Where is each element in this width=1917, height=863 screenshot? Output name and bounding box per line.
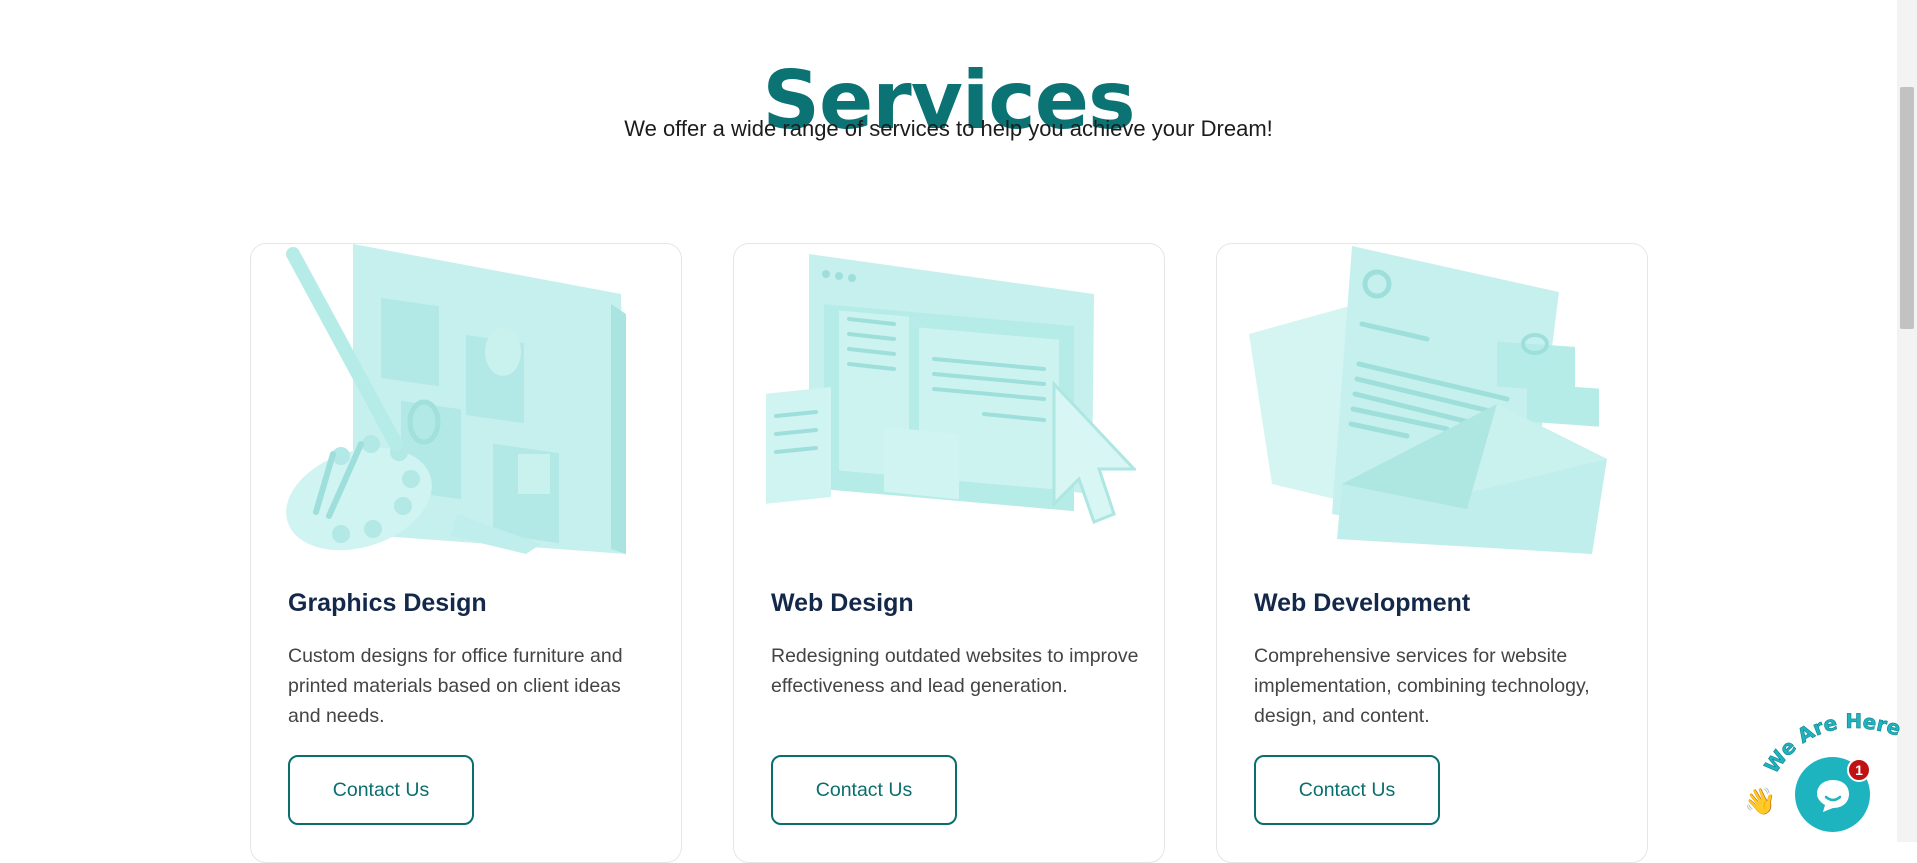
card-description: Custom designs for office furniture and … <box>288 645 623 727</box>
service-card-web-development: Web Development Comprehensive services f… <box>1216 243 1648 863</box>
paint-palette-monitor-icon <box>286 244 626 554</box>
notification-badge: 1 <box>1847 758 1871 782</box>
service-card-graphics-design: Graphics Design Custom designs for offic… <box>250 243 682 863</box>
section-subtitle: We offer a wide range of services to hel… <box>624 116 1273 141</box>
service-card-web-design: Web Design Redesigning outdated websites… <box>733 243 1165 863</box>
contact-us-button[interactable]: Contact Us <box>288 755 474 825</box>
card-title: Graphics Design <box>288 589 487 617</box>
chat-widget[interactable]: We Are Here! 👋 1 <box>1740 710 1910 842</box>
card-title: Web Development <box>1254 589 1471 617</box>
card-title: Web Design <box>771 589 914 617</box>
contact-us-button[interactable]: Contact Us <box>1254 755 1440 825</box>
chat-bubble-icon <box>1816 779 1849 812</box>
card-description: Comprehensive services for website imple… <box>1254 645 1590 727</box>
browser-layout-cursor-icon <box>766 254 1136 524</box>
waving-hand-icon: 👋 <box>1744 786 1777 816</box>
card-description: Redesigning outdated websites to improve… <box>771 645 1139 697</box>
documents-envelope-icon <box>1249 246 1607 554</box>
contact-us-button[interactable]: Contact Us <box>771 755 957 825</box>
scrollbar-thumb[interactable] <box>1900 87 1914 329</box>
